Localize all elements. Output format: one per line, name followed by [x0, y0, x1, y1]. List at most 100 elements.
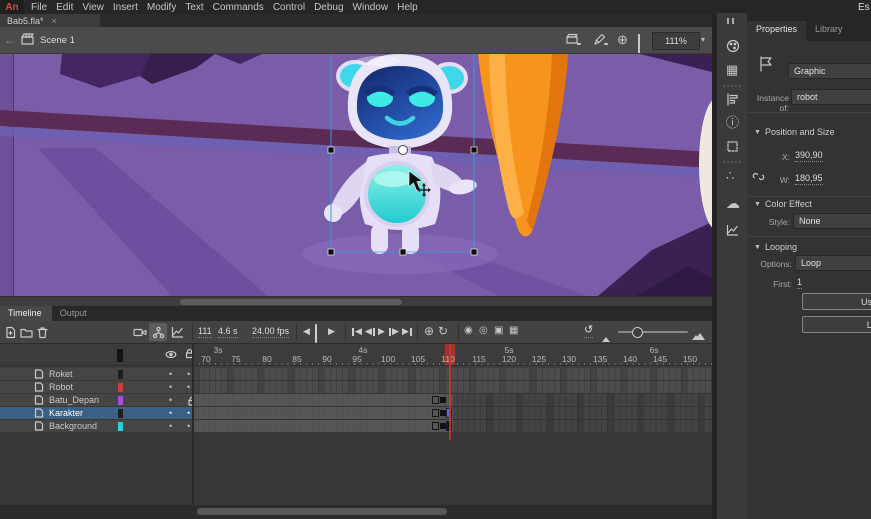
frame-track-karakter[interactable] [194, 407, 712, 420]
frame-span[interactable] [194, 394, 453, 406]
empty-frames[interactable] [453, 394, 712, 406]
disclosure-triangle-icon[interactable]: ▼ [754, 244, 761, 251]
align-panel-icon[interactable] [726, 93, 739, 106]
menu-view[interactable]: View [82, 2, 104, 13]
menu-text[interactable]: Text [185, 2, 203, 13]
menu-file[interactable]: File [31, 2, 47, 13]
swatches-panel-icon[interactable]: ▦ [726, 63, 738, 76]
first-frame-value[interactable]: 1 [797, 277, 802, 289]
go-to-first-frame-button[interactable]: ◀ [352, 326, 362, 337]
new-folder-icon[interactable] [20, 326, 33, 339]
info-panel-icon[interactable]: ⓘ [726, 116, 739, 129]
tab-library[interactable]: Library [806, 21, 852, 41]
layer-row-batu-depan[interactable]: Batu_Depan • [0, 394, 192, 407]
visibility-dot[interactable]: • [169, 421, 172, 431]
edit-symbols-icon[interactable] [593, 33, 608, 46]
tab-properties[interactable]: Properties [747, 21, 806, 41]
stage-horizontal-scrollbar[interactable] [0, 296, 712, 306]
collapse-dock-icon[interactable] [727, 18, 736, 24]
frames-grid[interactable] [194, 366, 712, 433]
empty-frames[interactable] [453, 407, 712, 419]
reset-timeline-zoom-icon[interactable]: ↺ [584, 325, 593, 338]
center-playhead-icon[interactable]: ⊕ [424, 325, 434, 337]
layer-outline-color[interactable] [118, 422, 123, 431]
transform-point[interactable] [399, 146, 408, 155]
menu-insert[interactable]: Insert [113, 2, 138, 13]
visibility-column-eye-icon[interactable] [165, 350, 177, 359]
layer-outline-color[interactable] [118, 370, 123, 379]
visibility-dot[interactable]: • [169, 395, 172, 405]
menu-commands[interactable]: Commands [213, 2, 264, 13]
new-layer-icon[interactable] [4, 326, 17, 339]
stage-hscroll-thumb[interactable] [180, 299, 402, 305]
frame-track-roket[interactable] [194, 368, 712, 381]
modify-markers-icon[interactable]: ▦ [509, 326, 518, 336]
menu-edit[interactable]: Edit [56, 2, 73, 13]
timeline-ruler[interactable]: 3s 4s 5s 6s 70 75 80 85 90 95 100 105 11… [194, 344, 712, 366]
center-frame-icon[interactable]: ⊕ [617, 32, 628, 48]
visibility-dot[interactable]: • [169, 369, 172, 379]
menu-control[interactable]: Control [273, 2, 305, 13]
layer-parenting-icon[interactable] [152, 326, 165, 339]
lip-syncing-button[interactable]: Lip S [802, 316, 871, 333]
style-dropdown[interactable]: None [793, 213, 871, 229]
history-chart-panel-icon[interactable] [726, 224, 739, 237]
visibility-dot[interactable]: • [169, 408, 172, 418]
tab-timeline[interactable]: Timeline [0, 306, 52, 321]
section-color-effect[interactable]: Color Effect [765, 199, 812, 209]
instance-name-field[interactable]: robot [791, 89, 871, 105]
frame-rate-value[interactable]: 24.00 fps [252, 326, 289, 338]
layer-outline-color[interactable] [118, 383, 123, 392]
frame-size-slider-knob[interactable] [632, 327, 643, 338]
menu-help[interactable]: Help [397, 2, 418, 13]
transform-panel-icon[interactable] [726, 140, 739, 153]
graph-editor-icon[interactable] [171, 326, 184, 339]
motion-presets-panel-icon[interactable]: ∴ [726, 169, 734, 182]
edit-scene-icon[interactable] [566, 33, 581, 46]
step-back-button[interactable]: ◀ [365, 326, 375, 337]
section-looping[interactable]: Looping [765, 242, 797, 252]
timeline-horizontal-scrollbar[interactable] [0, 505, 712, 519]
layer-outline-color[interactable] [118, 409, 123, 418]
close-icon[interactable]: × [52, 16, 57, 26]
step-forward-button[interactable]: ▶ [389, 326, 399, 337]
playhead-line[interactable] [449, 344, 451, 440]
camera-icon[interactable] [133, 326, 147, 339]
symbol-type-dropdown[interactable]: Graphic [788, 63, 871, 79]
frame-track-background[interactable] [194, 420, 712, 433]
frame-size-slider-track[interactable] [618, 331, 688, 333]
keyframe-dot[interactable] [440, 397, 446, 403]
tab-output[interactable]: Output [52, 306, 97, 321]
onion-skin-icon[interactable]: ◉ [464, 326, 473, 336]
edit-multiple-frames-icon[interactable]: ▣ [494, 326, 503, 336]
stage-zoom-input[interactable]: 111% [652, 32, 700, 50]
document-tab[interactable]: Bab5.fla* × [0, 14, 100, 27]
layer-row-background[interactable]: Background • • [0, 420, 192, 433]
disclosure-triangle-icon[interactable]: ▼ [754, 201, 761, 208]
onion-skin-outlines-icon[interactable]: ◎ [479, 326, 488, 336]
layer-frames-divider[interactable] [192, 344, 194, 505]
menu-window[interactable]: Window [353, 2, 389, 13]
frame-span[interactable] [194, 407, 453, 419]
layer-row-karakter[interactable]: Karakter • • [0, 407, 192, 420]
disclosure-triangle-icon[interactable]: ▼ [754, 129, 761, 136]
cc-libraries-panel-icon[interactable]: ☁ [726, 196, 740, 210]
current-frame-value[interactable]: 111 [198, 326, 212, 338]
previous-frame-button[interactable]: ◀ [303, 326, 310, 337]
zoom-dropdown-icon[interactable]: ▾ [701, 35, 705, 44]
timeline-hscroll-thumb[interactable] [197, 508, 447, 515]
go-to-last-frame-button[interactable]: ▶ [402, 326, 412, 337]
layer-row-roket[interactable]: Roket • • [0, 368, 192, 381]
menu-modify[interactable]: Modify [147, 2, 176, 13]
empty-frames[interactable] [453, 420, 712, 432]
frame-track-batu-depan[interactable] [194, 394, 712, 407]
next-frame-button[interactable]: ▶ [328, 326, 335, 337]
app-logo[interactable]: An [0, 0, 24, 14]
back-arrow-icon[interactable]: ← [4, 33, 16, 47]
menu-debug[interactable]: Debug [314, 2, 343, 13]
clip-content-icon[interactable] [638, 35, 640, 53]
color-panel-icon[interactable] [726, 39, 740, 53]
loop-playback-icon[interactable]: ↻ [438, 325, 448, 337]
w-value[interactable]: 180,95 [795, 173, 823, 185]
lock-dot[interactable]: • [187, 382, 190, 392]
